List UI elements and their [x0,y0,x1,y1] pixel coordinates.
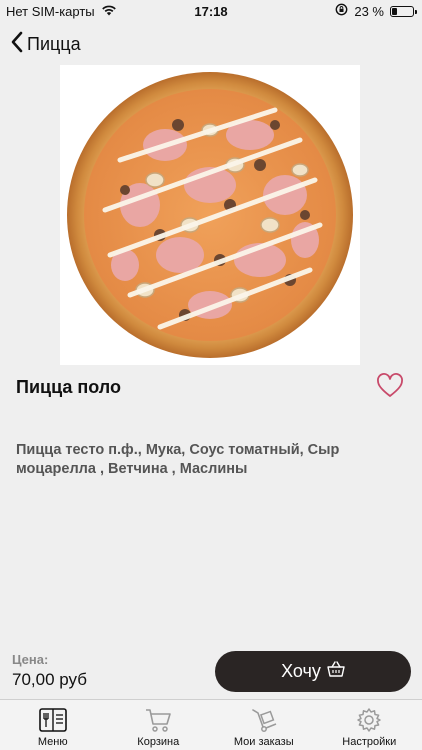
tab-menu[interactable]: Меню [0,700,106,750]
battery-icon [390,5,417,17]
status-bar: Нет SIM-карты 17:18 23 % [0,0,422,22]
heart-icon [376,373,404,403]
back-label: Пицца [27,34,81,54]
want-button[interactable]: Хочу [215,651,411,692]
product-title: Пицца поло [16,377,121,397]
hand-truck-icon [249,706,279,734]
battery-percent: 23 % [354,3,384,19]
tab-settings-label: Настройки [342,736,397,748]
nav-bar: Пицца [0,28,422,60]
want-button-label: Хочу [281,661,321,681]
back-button[interactable]: Пицца [10,31,81,58]
tab-cart-label: Корзина [137,736,180,748]
tab-cart[interactable]: Корзина [106,700,212,750]
cart-icon [143,706,173,734]
orientation-lock-icon [335,3,348,19]
tab-settings[interactable]: Настройки [317,700,422,750]
price-label: Цена: [12,652,49,667]
product-description: Пицца тесто п.ф., Мука, Соус томатный, С… [16,442,340,477]
gear-icon [354,706,384,734]
menu-book-icon [38,706,68,734]
tab-orders[interactable]: Мои заказы [211,700,317,750]
status-right: 23 % [335,3,417,19]
chevron-left-icon [10,31,24,58]
tab-menu-label: Меню [37,736,68,748]
tab-bar: Меню Корзина Мои заказы Настройки [0,699,422,750]
basket-icon [327,661,345,682]
price-value: 70,00 руб [12,670,87,689]
favorite-button[interactable] [376,373,404,401]
tab-orders-label: Мои заказы [233,736,294,748]
product-image [60,65,360,365]
